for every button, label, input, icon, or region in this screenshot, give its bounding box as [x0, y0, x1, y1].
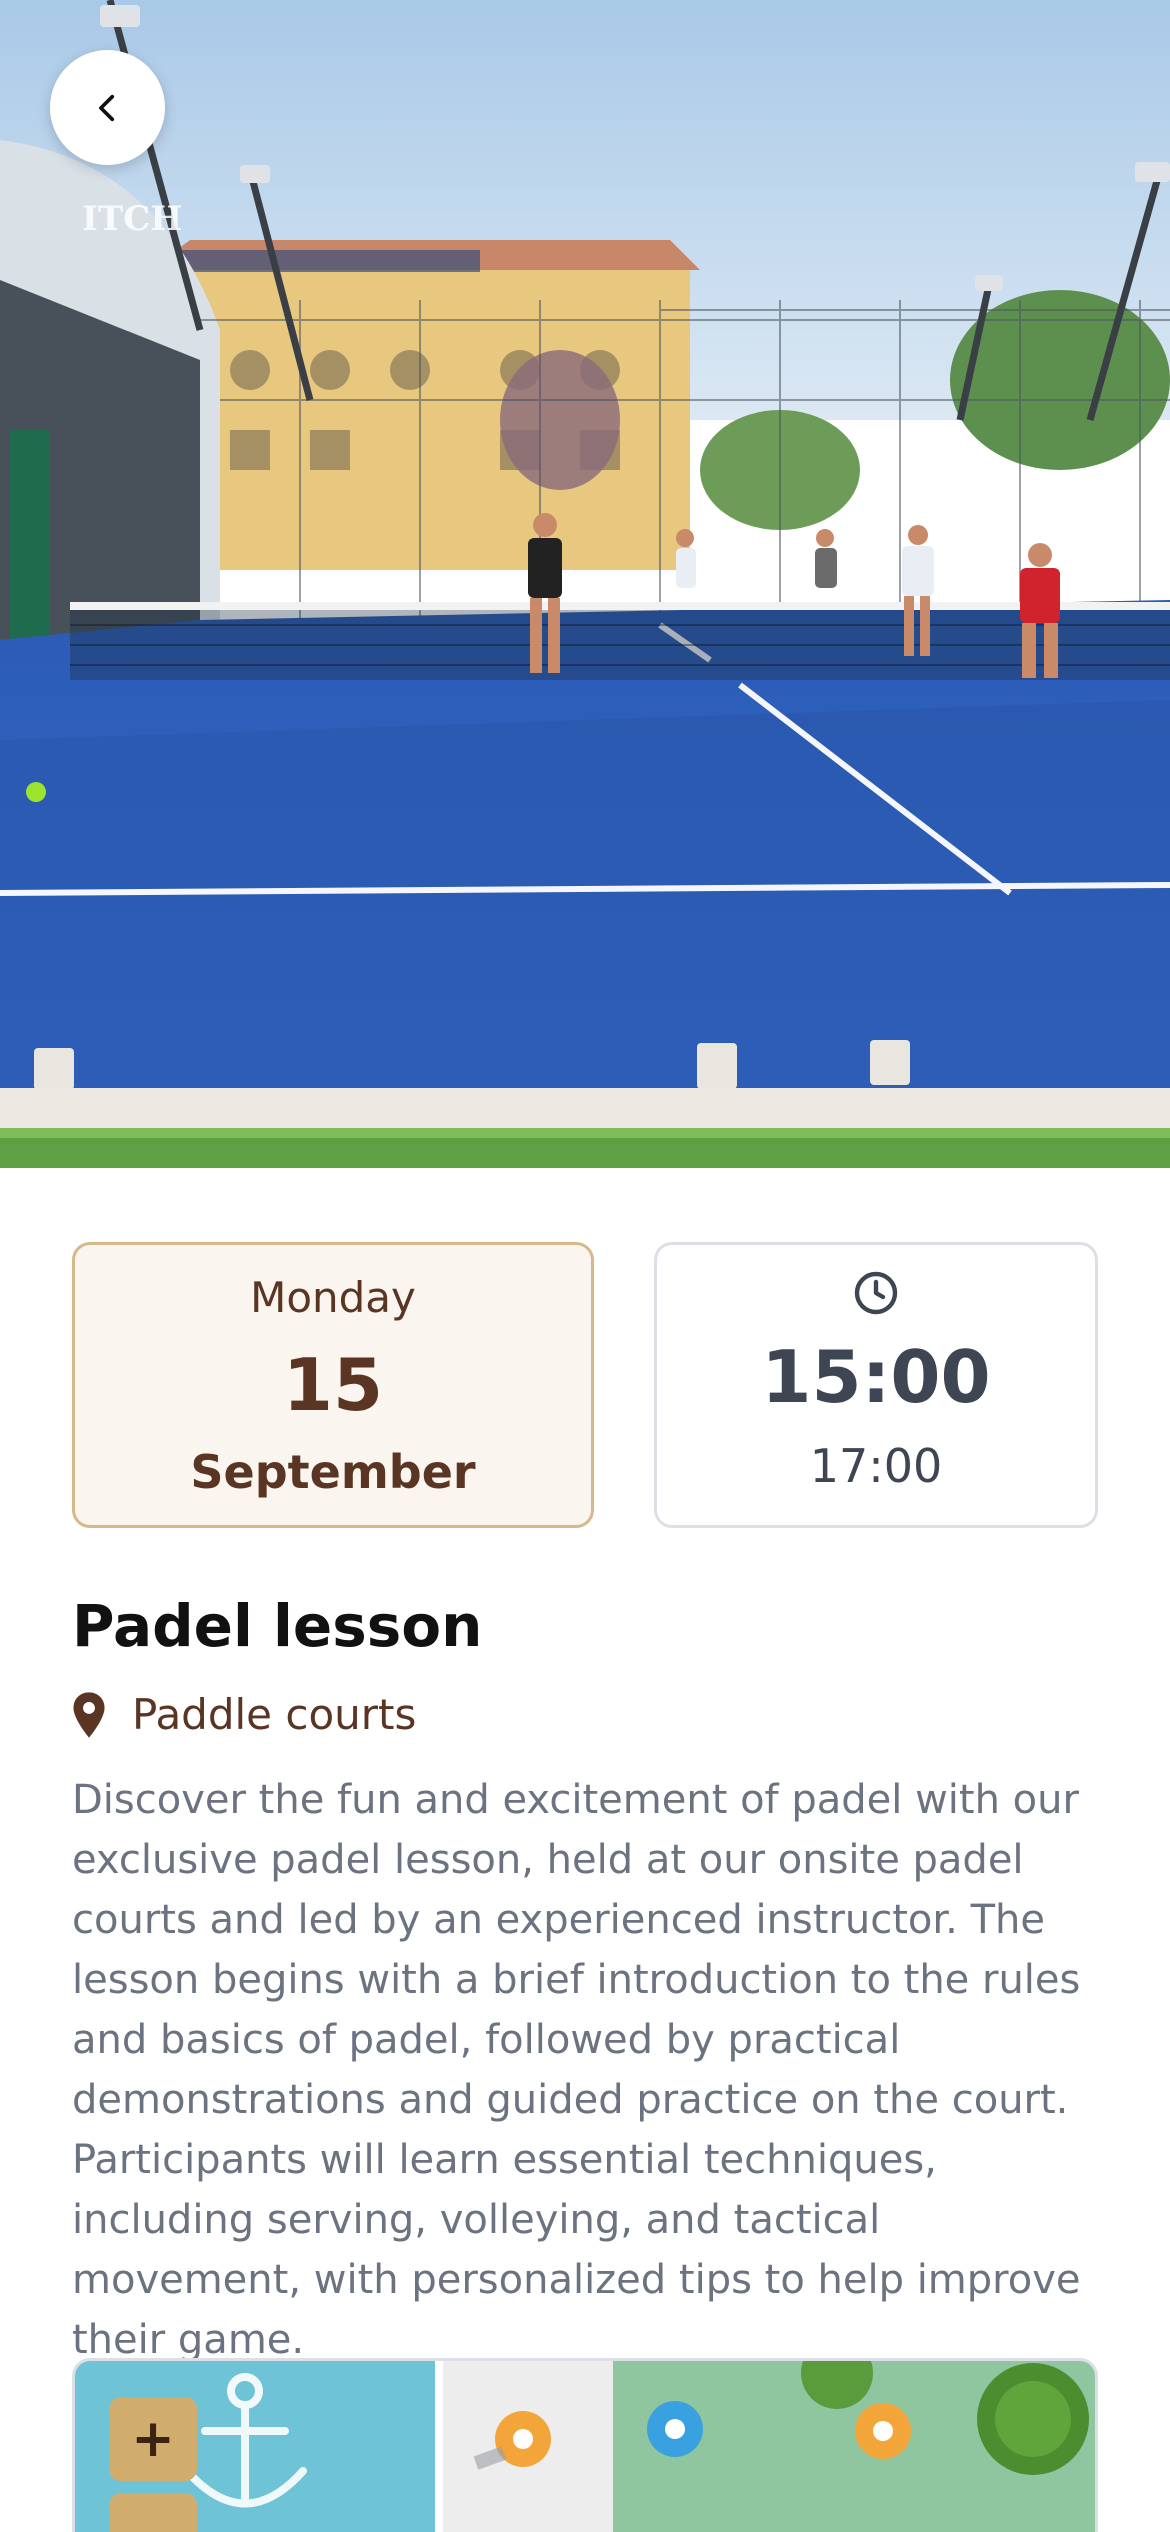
date-month: September: [190, 1445, 476, 1499]
map-tiles: [75, 2361, 1095, 2532]
map-pin-icon: [73, 1691, 105, 1738]
zoom-out-button[interactable]: [109, 2493, 197, 2532]
time-start: 15:00: [761, 1335, 991, 1419]
location-label: Paddle courts: [132, 1690, 417, 1739]
event-location: Paddle courts: [72, 1690, 416, 1739]
event-title: Padel lesson: [72, 1592, 483, 1660]
hero-image: ITCH: [0, 0, 1170, 1168]
zoom-in-button[interactable]: +: [109, 2397, 197, 2481]
date-card: Monday 15 September: [72, 1242, 594, 1528]
event-description: Discover the fun and excitement of padel…: [72, 1777, 1081, 2363]
map-view[interactable]: +: [72, 2358, 1098, 2532]
date-weekday: Monday: [250, 1273, 416, 1322]
clock-icon: [854, 1271, 898, 1315]
back-button[interactable]: [50, 50, 165, 165]
time-end: 17:00: [809, 1439, 943, 1493]
chevron-left-icon: [98, 94, 114, 121]
time-card: 15:00 17:00: [654, 1242, 1098, 1528]
hero-sign-text: ITCH: [82, 199, 182, 239]
court-photo: ITCH: [0, 0, 1170, 1168]
date-day: 15: [282, 1343, 384, 1427]
